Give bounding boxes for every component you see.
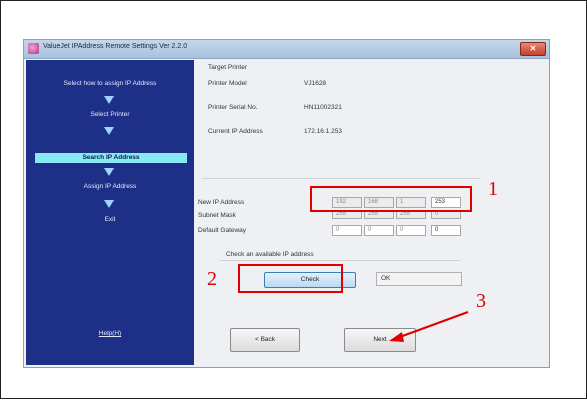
figure-frame: ValueJet IPAddress Remote Settings Ver 2… [0,0,587,399]
callout-arrow-to-next [389,311,469,342]
